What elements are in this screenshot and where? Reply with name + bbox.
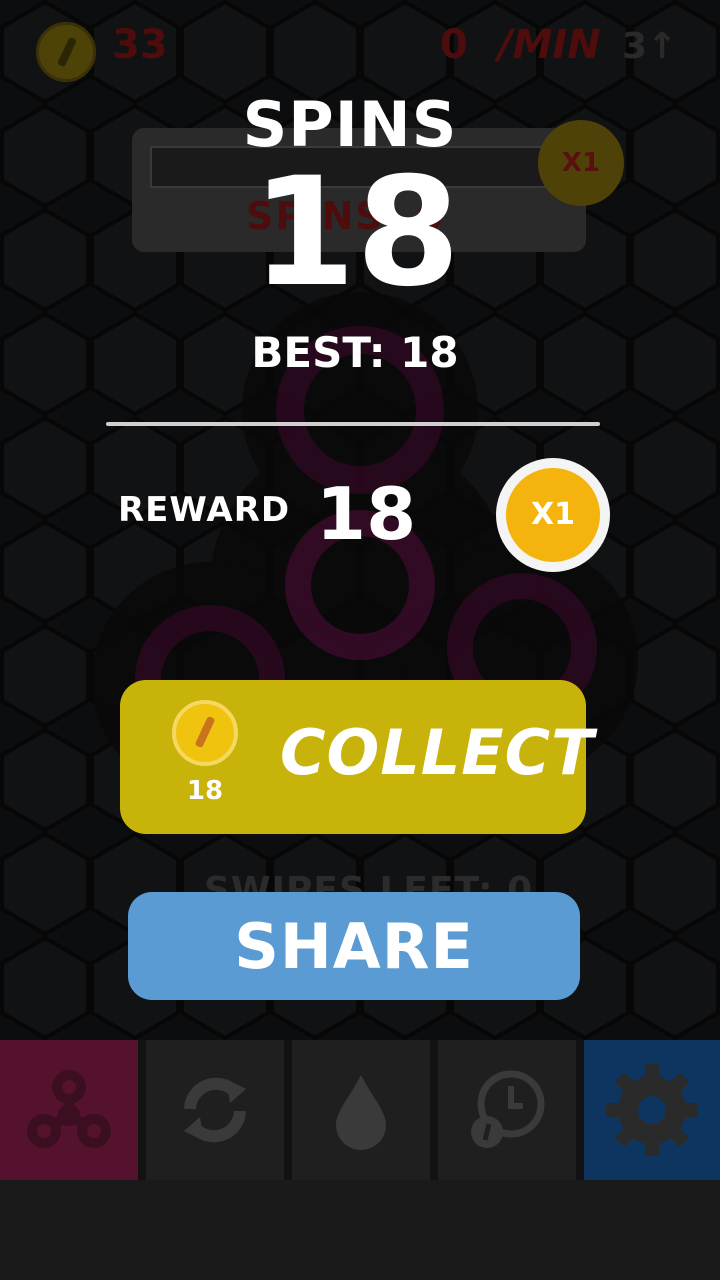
- multiplier-label: X1: [506, 468, 600, 562]
- collect-label: COLLECT: [280, 716, 595, 789]
- spin-rate-unit: /MIN: [498, 22, 601, 68]
- collect-button[interactable]: 18 COLLECT: [120, 680, 595, 834]
- drop-tab[interactable]: [292, 1040, 430, 1180]
- divider: [106, 422, 600, 426]
- share-label: SHARE: [234, 910, 474, 983]
- bottom-toolbar: [0, 1040, 720, 1180]
- best-score: BEST: 18: [251, 328, 459, 377]
- settings-tab[interactable]: [584, 1040, 720, 1180]
- timer-tab[interactable]: [438, 1040, 576, 1180]
- collect-amount: 18: [186, 776, 224, 806]
- hud-extra: 3↑: [622, 26, 678, 67]
- coin-icon: [172, 700, 238, 766]
- drop-icon: [336, 1075, 386, 1150]
- reward-value: 18: [316, 472, 417, 556]
- spins-value: 18: [251, 146, 461, 320]
- coin-count: 33: [112, 22, 168, 68]
- share-button[interactable]: SHARE: [128, 892, 580, 1000]
- spin-rate-value: 0: [440, 22, 468, 68]
- coin-icon: [36, 22, 96, 82]
- refresh-tab[interactable]: [146, 1040, 284, 1180]
- timer-coin-icon: [471, 1070, 545, 1148]
- spinner-icon: [27, 1070, 111, 1148]
- reward-label: REWARD: [118, 490, 291, 530]
- bottom-bar: [0, 1180, 720, 1280]
- gear-icon: [606, 1064, 698, 1156]
- refresh-icon: [184, 1077, 246, 1143]
- spinner-tab[interactable]: [0, 1040, 138, 1180]
